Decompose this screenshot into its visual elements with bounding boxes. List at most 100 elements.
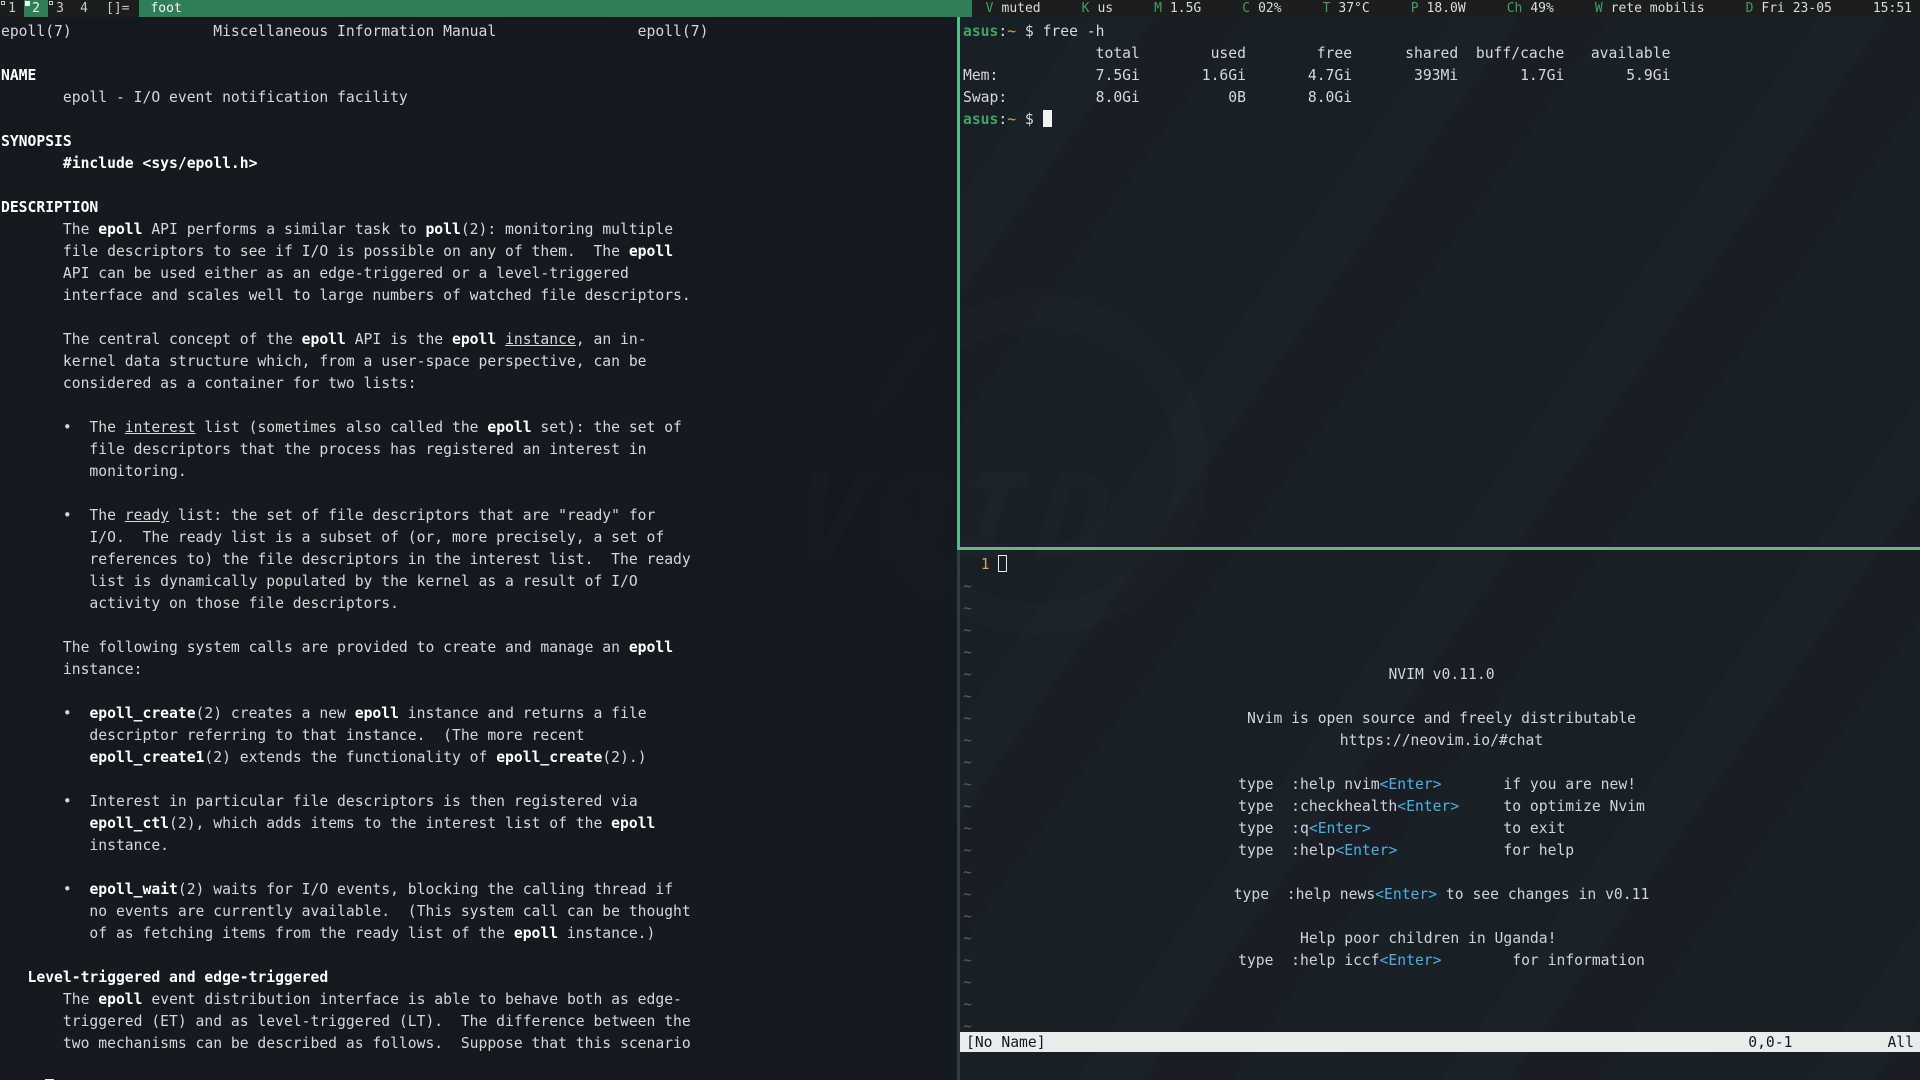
man-line: API can be used either as an edge-trigge… bbox=[1, 263, 957, 285]
man-line: two mechanisms can be described as follo… bbox=[1, 1033, 957, 1055]
man-line: file descriptors to see if I/O is possib… bbox=[1, 241, 957, 263]
window-title: foot bbox=[139, 0, 971, 17]
man-line: epoll_create1(2) extends the functionali… bbox=[1, 747, 957, 769]
status-modules: VmutedKusM1.5GC02%T37°CP18.0WCh49%Wrete … bbox=[972, 0, 1920, 17]
man-line bbox=[1, 857, 957, 879]
man-line: • Interest in particular file descriptor… bbox=[1, 791, 957, 813]
status-module-K: Kus bbox=[1082, 0, 1113, 17]
shell-terminal-window[interactable]: asus:~ $ free -h total used free shared … bbox=[957, 17, 1920, 550]
status-module-W: Wrete mobilis bbox=[1595, 0, 1705, 17]
nvim-cursor bbox=[998, 555, 1007, 572]
nvim-tilde: ~ bbox=[963, 908, 972, 925]
nvim-empty-line: ~NVIM v0.11.0 bbox=[963, 664, 1920, 686]
terminal-prompt-line: asus:~ $ free -h bbox=[963, 21, 1920, 43]
nvim-tilde: ~ bbox=[963, 688, 972, 705]
tag-occupied-indicator bbox=[1, 1, 5, 5]
workspace-tag-3[interactable]: 3 bbox=[48, 0, 72, 17]
man-line: interface and scales well to large numbe… bbox=[1, 285, 957, 307]
man-line: SYNOPSIS bbox=[1, 131, 957, 153]
man-line: instance: bbox=[1, 659, 957, 681]
man-line: kernel data structure which, from a user… bbox=[1, 351, 957, 373]
status-module-M: M1.5G bbox=[1154, 0, 1201, 17]
status-module-Ch: Ch49% bbox=[1507, 0, 1554, 17]
man-line: The central concept of the epoll API is … bbox=[1, 329, 957, 351]
layout-symbol[interactable]: []= bbox=[96, 0, 139, 17]
terminal-content: asus:~ $ free -h total used free shared … bbox=[960, 17, 1920, 131]
man-line bbox=[1, 109, 957, 131]
nvim-empty-line: ~ Help poor children in Uganda! bbox=[963, 928, 1920, 950]
neovim-window[interactable]: 1 ~~~~~NVIM v0.11.0~~Nvim is open source… bbox=[957, 550, 1920, 1080]
manpage-terminal-window[interactable]: epoll(7) Miscellaneous Information Manua… bbox=[0, 17, 957, 1080]
man-line: no events are currently available. (This… bbox=[1, 901, 957, 923]
nvim-empty-line: ~type :help iccf<Enter> for information bbox=[963, 950, 1920, 972]
manpage-content: epoll(7) Miscellaneous Information Manua… bbox=[0, 17, 957, 1055]
nvim-empty-line: ~type :help news<Enter> to see changes i… bbox=[963, 884, 1920, 906]
workspace-tag-1[interactable]: 1 bbox=[0, 0, 24, 17]
man-line: considered as a container for two lists: bbox=[1, 373, 957, 395]
nvim-scroll-position: All bbox=[1887, 1034, 1914, 1051]
man-line: The epoll API performs a similar task to… bbox=[1, 219, 957, 241]
terminal-output-line: Swap: 8.0Gi 0B 8.0Gi bbox=[963, 87, 1920, 109]
nvim-intro-line: type :checkhealth<Enter> to optimize Nvi… bbox=[963, 796, 1920, 818]
nvim-ruler: 0,0-1 bbox=[1748, 1034, 1792, 1051]
man-line bbox=[1, 307, 957, 329]
nvim-empty-line: ~ bbox=[963, 576, 1920, 598]
man-line: triggered (ET) and as level-triggered (L… bbox=[1, 1011, 957, 1033]
nvim-empty-line: ~ bbox=[963, 686, 1920, 708]
nvim-tilde: ~ bbox=[963, 996, 972, 1013]
man-line: file descriptors that the process has re… bbox=[1, 439, 957, 461]
nvim-empty-line: ~ bbox=[963, 862, 1920, 884]
nvim-empty-line: ~type :help nvim<Enter> if you are new! bbox=[963, 774, 1920, 796]
man-line: epoll_ctl(2), which adds items to the in… bbox=[1, 813, 957, 835]
nvim-buffer-name: [No Name] bbox=[966, 1034, 1046, 1051]
pager-prompt-line: : bbox=[1, 1056, 54, 1078]
man-line: of as fetching items from the ready list… bbox=[1, 923, 957, 945]
terminal-prompt-line: asus:~ $ bbox=[963, 109, 1920, 131]
man-line: Level-triggered and edge-triggered bbox=[1, 967, 957, 989]
nvim-intro-line: type :q<Enter> to exit bbox=[963, 818, 1920, 840]
man-line: instance. bbox=[1, 835, 957, 857]
terminal-output-line: Mem: 7.5Gi 1.6Gi 4.7Gi 393Mi 1.7Gi 5.9Gi bbox=[963, 65, 1920, 87]
status-module-time: 15:51 bbox=[1873, 0, 1912, 17]
tag-occupied-indicator bbox=[49, 1, 53, 5]
nvim-empty-line: ~type :help<Enter> for help bbox=[963, 840, 1920, 862]
status-module-T: T37°C bbox=[1323, 0, 1370, 17]
nvim-empty-line: ~type :q<Enter> to exit bbox=[963, 818, 1920, 840]
man-line: • The ready list: the set of file descri… bbox=[1, 505, 957, 527]
man-line: • The interest list (sometimes also call… bbox=[1, 417, 957, 439]
status-module-P: P18.0W bbox=[1411, 0, 1466, 17]
desktop: { "colors": { "bar_accent_green": "#2f7e… bbox=[0, 0, 1920, 1080]
man-line: references to) the file descriptors in t… bbox=[1, 549, 957, 571]
nvim-empty-line: ~Nvim is open source and freely distribu… bbox=[963, 708, 1920, 730]
man-line: NAME bbox=[1, 65, 957, 87]
workspace-tag-4[interactable]: 4 bbox=[72, 0, 96, 17]
terminal-cursor bbox=[1043, 110, 1052, 127]
man-line bbox=[1, 681, 957, 703]
nvim-empty-line: ~ bbox=[963, 752, 1920, 774]
nvim-intro-line: Nvim is open source and freely distribut… bbox=[963, 708, 1920, 730]
status-module-V: Vmuted bbox=[986, 0, 1041, 17]
workspace-tag-2[interactable]: 2 bbox=[24, 0, 48, 17]
nvim-empty-line: ~ bbox=[963, 642, 1920, 664]
nvim-intro-line: type :help<Enter> for help bbox=[963, 840, 1920, 862]
man-line bbox=[1, 175, 957, 197]
man-line: DESCRIPTION bbox=[1, 197, 957, 219]
terminal-output-line: total used free shared buff/cache availa… bbox=[963, 43, 1920, 65]
man-line bbox=[1, 43, 957, 65]
nvim-intro-line: https://neovim.io/#chat bbox=[963, 730, 1920, 752]
nvim-intro-line: type :help news<Enter> to see changes in… bbox=[963, 884, 1920, 906]
nvim-empty-line: ~ bbox=[963, 994, 1920, 1016]
nvim-empty-line: ~ bbox=[963, 598, 1920, 620]
nvim-tilde: ~ bbox=[963, 754, 972, 771]
nvim-intro-line: NVIM v0.11.0 bbox=[963, 664, 1920, 686]
man-line: epoll(7) Miscellaneous Information Manua… bbox=[1, 21, 957, 43]
man-line: monitoring. bbox=[1, 461, 957, 483]
man-line bbox=[1, 395, 957, 417]
status-module-D: DFri 23-05 bbox=[1746, 0, 1832, 17]
tag-occupied-indicator bbox=[25, 1, 30, 6]
man-line: I/O. The ready list is a subset of (or, … bbox=[1, 527, 957, 549]
man-line: The following system calls are provided … bbox=[1, 637, 957, 659]
man-line: #include <sys/epoll.h> bbox=[1, 153, 957, 175]
nvim-intro-line: type :help iccf<Enter> for information bbox=[963, 950, 1920, 972]
nvim-tilde: ~ bbox=[963, 644, 972, 661]
